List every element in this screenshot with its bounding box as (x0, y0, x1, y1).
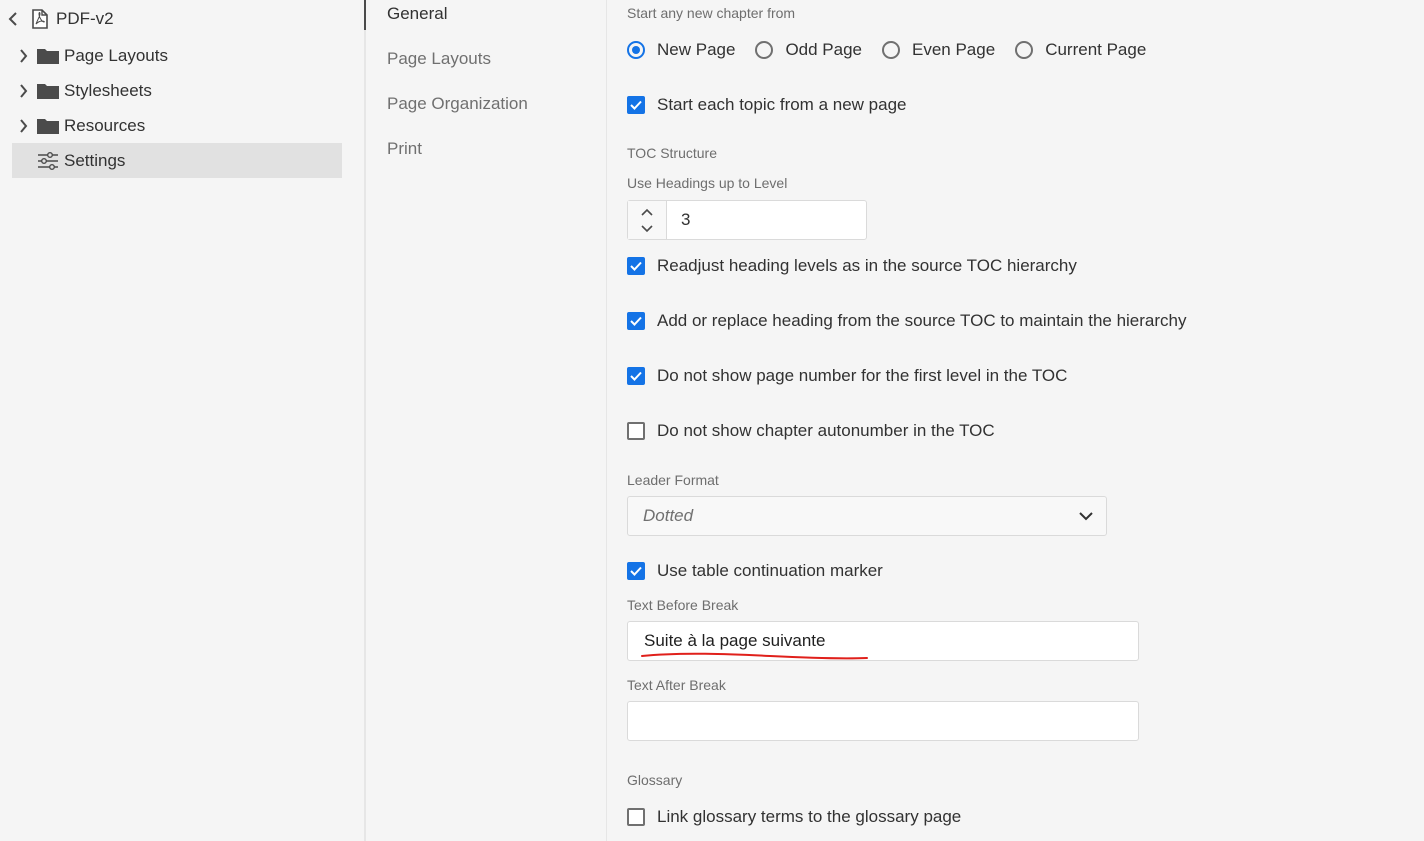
text-after-break-input[interactable] (627, 701, 1139, 741)
checkbox-unchecked[interactable] (627, 422, 645, 440)
checkbox-checked[interactable] (627, 96, 645, 114)
chevron-right-icon[interactable] (12, 83, 34, 98)
checkbox-label: Readjust heading levels as in the source… (657, 256, 1077, 275)
tree-title: PDF-v2 (56, 8, 114, 28)
red-underline-annotation (641, 652, 868, 660)
radio-label: Even Page (912, 40, 996, 59)
start-topic-new-page-option[interactable]: Start each topic from a new page (627, 92, 906, 118)
radio-button[interactable] (1015, 41, 1034, 59)
radio-label: New Page (657, 40, 736, 59)
settings-tabs: General Page Layouts Page Organization P… (364, 0, 606, 841)
tab-print[interactable]: Print (366, 133, 606, 165)
check-icon (630, 371, 642, 381)
decrement-chevron-down-icon[interactable] (641, 220, 653, 237)
table-continuation-option[interactable]: Use table continuation marker (627, 558, 883, 584)
stepper-arrows (628, 201, 667, 239)
heading-level-stepper[interactable]: 3 (627, 200, 867, 240)
checkbox-label: Add or replace heading from the source T… (657, 311, 1187, 330)
add-replace-heading-option[interactable]: Add or replace heading from the source T… (627, 308, 1187, 334)
checkbox-label: Do not show page number for the first le… (657, 366, 1068, 385)
checkbox-label: Use table continuation marker (657, 561, 883, 580)
folder-icon (34, 48, 62, 64)
tree-item-label: Settings (64, 150, 126, 170)
chevron-right-icon[interactable] (12, 118, 34, 133)
tab-general[interactable]: General (364, 0, 606, 30)
tree-item-stylesheets[interactable]: Stylesheets (12, 73, 342, 108)
tree-item-label: Page Layouts (64, 45, 168, 65)
checkbox-label: Do not show chapter autonumber in the TO… (657, 421, 995, 440)
leader-format-dropdown[interactable]: Dotted (627, 496, 1107, 536)
leader-format-value: Dotted (643, 506, 694, 525)
checkbox-checked[interactable] (627, 312, 645, 330)
chapter-start-radio-group: New Page Odd Page Even Page Current Page (627, 37, 1166, 63)
no-autonumber-option[interactable]: Do not show chapter autonumber in the TO… (627, 418, 995, 444)
leader-format-label: Leader Format (627, 472, 719, 488)
radio-label: Current Page (1045, 40, 1147, 59)
tab-page-organization[interactable]: Page Organization (366, 88, 606, 120)
tree-header[interactable]: PDF-v2 (0, 1, 330, 36)
toc-structure-heading: TOC Structure (627, 145, 717, 161)
heading-level-value[interactable]: 3 (667, 201, 690, 239)
tree-item-page-layouts[interactable]: Page Layouts (12, 38, 342, 73)
folder-icon (34, 118, 62, 134)
radio-new-page[interactable]: New Page (627, 40, 735, 60)
chevron-right-icon[interactable] (12, 48, 34, 63)
radio-odd-page[interactable]: Odd Page (755, 40, 862, 60)
glossary-heading: Glossary (627, 772, 683, 788)
checkbox-label: Link glossary terms to the glossary page (657, 807, 962, 826)
check-icon (630, 100, 642, 110)
template-tree-panel: PDF-v2 Page Layouts Stylesheets Resource… (0, 0, 364, 841)
radio-button[interactable] (755, 41, 774, 59)
check-icon (630, 316, 642, 326)
pdf-file-icon (26, 8, 54, 29)
text-before-break-label: Text Before Break (627, 597, 739, 613)
chapter-start-label: Start any new chapter from (627, 5, 796, 21)
link-glossary-terms-option[interactable]: Link glossary terms to the glossary page (627, 804, 961, 830)
radio-button[interactable] (882, 41, 900, 59)
general-settings-pane: Start any new chapter from New Page Odd … (607, 0, 1424, 841)
radio-label: Odd Page (785, 40, 862, 59)
check-icon (630, 261, 642, 271)
chevron-down-icon[interactable] (1066, 511, 1106, 521)
settings-sliders-icon (34, 151, 62, 170)
radio-current-page[interactable]: Current Page (1015, 40, 1146, 60)
radio-button[interactable] (627, 41, 645, 59)
text-after-break-label: Text After Break (627, 677, 726, 693)
checkbox-checked[interactable] (627, 367, 645, 385)
tree-item-resources[interactable]: Resources (12, 108, 342, 143)
checkbox-checked[interactable] (627, 562, 645, 580)
increment-chevron-up-icon[interactable] (641, 203, 653, 220)
tree-item-label: Resources (64, 115, 146, 135)
radio-even-page[interactable]: Even Page (882, 40, 995, 60)
readjust-heading-option[interactable]: Readjust heading levels as in the source… (627, 253, 1077, 279)
tree-item-label: Stylesheets (64, 80, 152, 100)
checkbox-unchecked[interactable] (627, 808, 645, 826)
checkbox-label: Start each topic from a new page (657, 95, 907, 114)
no-page-number-option[interactable]: Do not show page number for the first le… (627, 363, 1067, 389)
back-chevron-icon[interactable] (0, 11, 26, 26)
tab-page-layouts[interactable]: Page Layouts (366, 43, 606, 75)
tree-item-settings[interactable]: Settings (12, 143, 342, 178)
checkbox-checked[interactable] (627, 257, 645, 275)
folder-icon (34, 83, 62, 99)
app-window: PDF-v2 Page Layouts Stylesheets Resource… (0, 0, 1424, 841)
check-icon (630, 566, 642, 576)
heading-levels-label: Use Headings up to Level (627, 175, 788, 191)
